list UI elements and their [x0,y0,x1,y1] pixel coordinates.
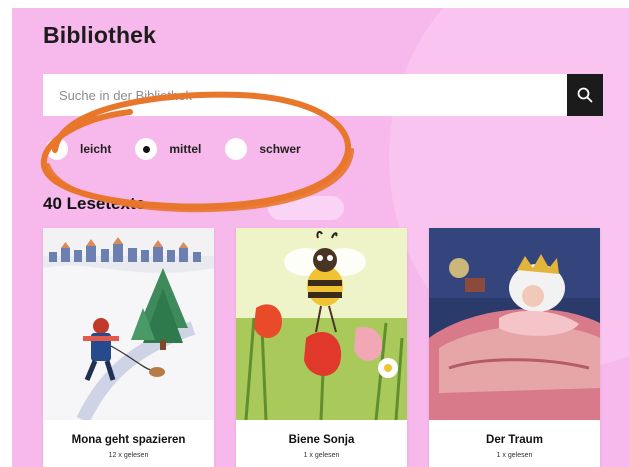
card-title: Mona geht spazieren [71,434,186,446]
level-option-leicht[interactable]: leicht [46,138,111,160]
card-illustration-dream [429,228,600,420]
radio-mittel[interactable] [135,138,158,160]
story-card[interactable]: Biene Sonja 1 x gelesen [236,228,407,467]
page-title: Bibliothek [43,22,157,48]
radio-leicht[interactable] [46,138,68,160]
level-label: schwer [259,142,301,156]
story-card-list: Mona geht spazieren 12 x gelesen Biene S… [43,228,622,467]
card-meta: 1 x gelesen [303,452,340,459]
card-illustration-bee [236,228,407,420]
card-title: Biene Sonja [288,434,355,446]
level-option-mittel[interactable]: mittel [135,138,201,160]
level-label: mittel [169,142,202,156]
level-label: leicht [80,142,112,156]
card-title: Der Traum [486,434,543,446]
search-input[interactable] [43,74,567,116]
decorative-pill [268,196,344,220]
card-meta: 12 x gelesen [108,452,149,459]
search-bar [43,74,603,116]
difficulty-filter: leicht mittel schwer [46,138,325,160]
story-card[interactable]: Der Traum 1 x gelesen [429,228,600,467]
level-option-schwer[interactable]: schwer [225,138,301,160]
search-icon [577,87,593,103]
results-count: 40 Lesetexte [43,194,146,213]
radio-selected-dot [142,145,150,153]
story-card[interactable]: Mona geht spazieren 12 x gelesen [43,228,214,467]
search-button[interactable] [567,74,603,116]
card-illustration-winter [43,228,214,420]
radio-schwer[interactable] [225,138,248,160]
card-meta: 1 x gelesen [496,452,533,459]
